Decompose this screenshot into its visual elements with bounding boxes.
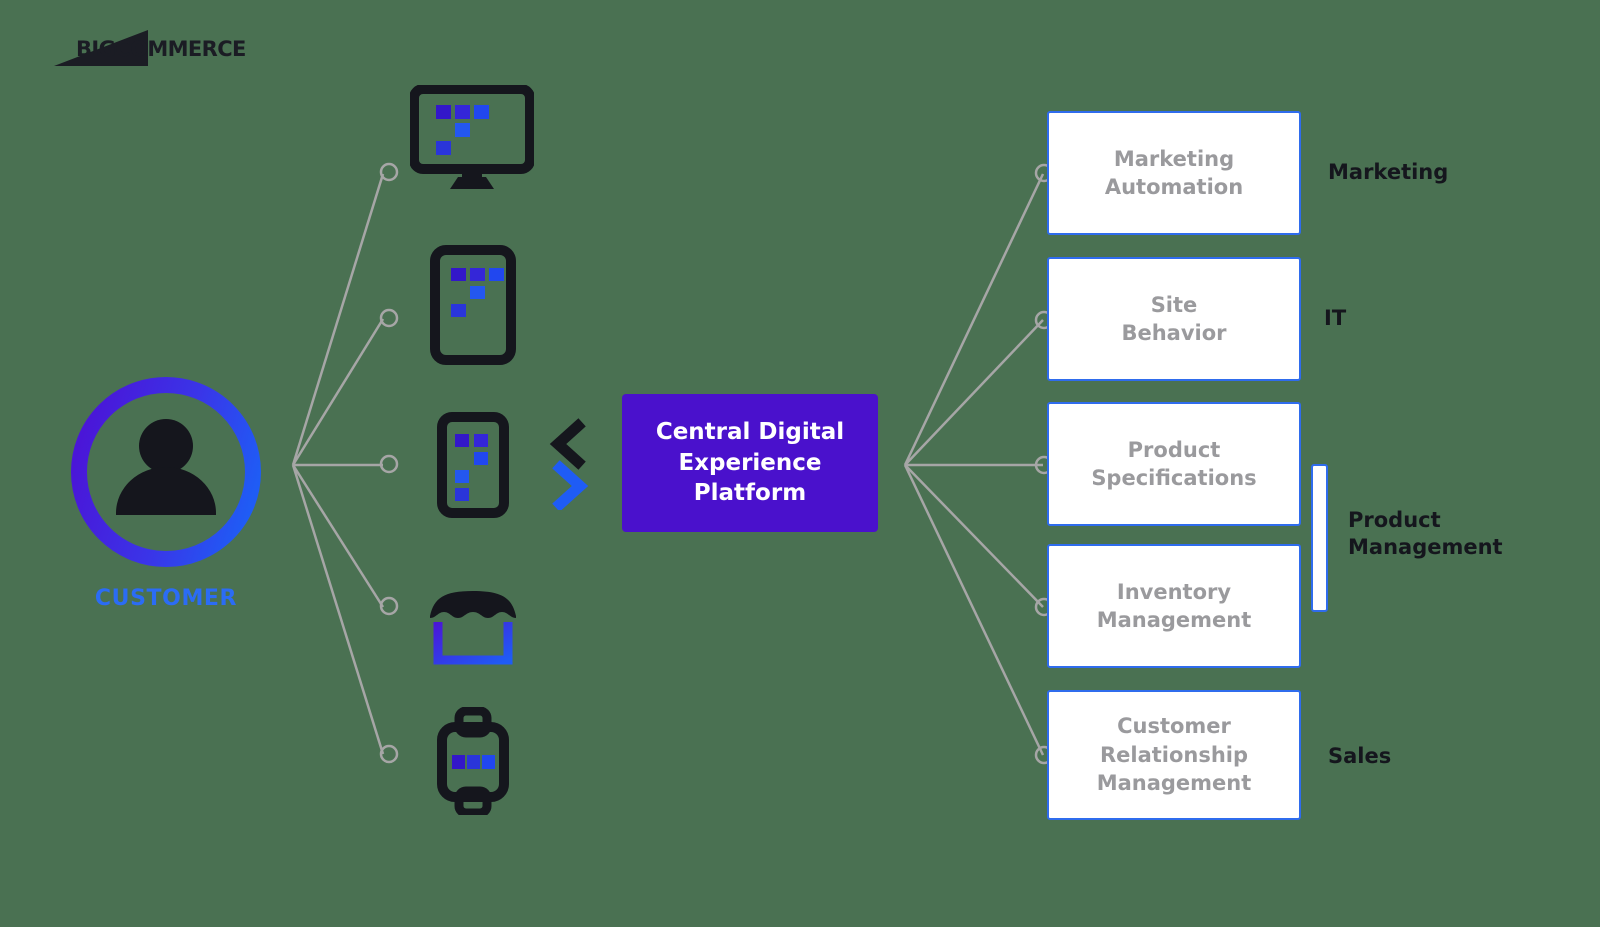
- link-platform-marketing-automation: [903, 173, 1045, 466]
- link-platform-inventory-management: [904, 464, 1044, 608]
- system-box-product-specifications[interactable]: Product Specifications: [1047, 402, 1301, 526]
- link-platform-crm: [903, 464, 1045, 756]
- system-box-marketing-automation[interactable]: Marketing Automation: [1047, 111, 1301, 235]
- platform-title: Central Digital Experience Platform: [655, 419, 845, 507]
- diagram-canvas: BIGCOMMERCE CUSTOMER Central Digital Exp…: [0, 0, 1600, 927]
- system-box-label: Inventory Management: [1096, 579, 1252, 632]
- link-platform-site-behavior: [904, 319, 1044, 466]
- smartwatch-icon: [432, 706, 514, 819]
- link-customer-watch: [291, 464, 385, 755]
- system-box-label: Product Specifications: [1091, 437, 1257, 490]
- chevron-right-icon: [552, 460, 589, 512]
- desktop-monitor-icon: [409, 84, 535, 197]
- group-label-sales: Sales: [1328, 744, 1392, 768]
- central-digital-experience-platform-box[interactable]: Central Digital Experience Platform: [622, 394, 878, 532]
- link-customer-desktop: [291, 173, 385, 466]
- system-box-customer-relationship-management[interactable]: Customer Relationship Management: [1047, 690, 1301, 820]
- system-box-label: Site Behavior: [1121, 292, 1227, 345]
- connector-dot-watch: [379, 744, 399, 764]
- chevron-left-icon: [549, 418, 586, 470]
- storefront-icon: [424, 588, 522, 670]
- system-box-label: Customer Relationship Management: [1096, 714, 1252, 796]
- person-avatar-icon: [71, 377, 261, 567]
- system-box-label: Marketing Automation: [1104, 146, 1244, 199]
- connector-dot-phone: [379, 454, 399, 474]
- group-label-product-management: Product Management: [1348, 508, 1503, 559]
- product-management-bracket: [1311, 464, 1328, 612]
- chevron-pair: [548, 418, 596, 512]
- system-box-inventory-management[interactable]: Inventory Management: [1047, 544, 1301, 668]
- group-label-it: IT: [1324, 306, 1347, 330]
- customer-node: CUSTOMER: [68, 374, 264, 624]
- link-customer-store: [291, 464, 385, 608]
- smartphone-icon: [437, 412, 509, 522]
- tablet-icon: [430, 245, 516, 369]
- group-label-marketing: Marketing: [1328, 160, 1449, 184]
- connector-dot-desktop: [379, 162, 399, 182]
- link-customer-tablet: [291, 318, 385, 466]
- system-box-site-behavior[interactable]: Site Behavior: [1047, 257, 1301, 381]
- connector-dot-tablet: [379, 308, 399, 328]
- customer-label: CUSTOMER: [94, 586, 238, 611]
